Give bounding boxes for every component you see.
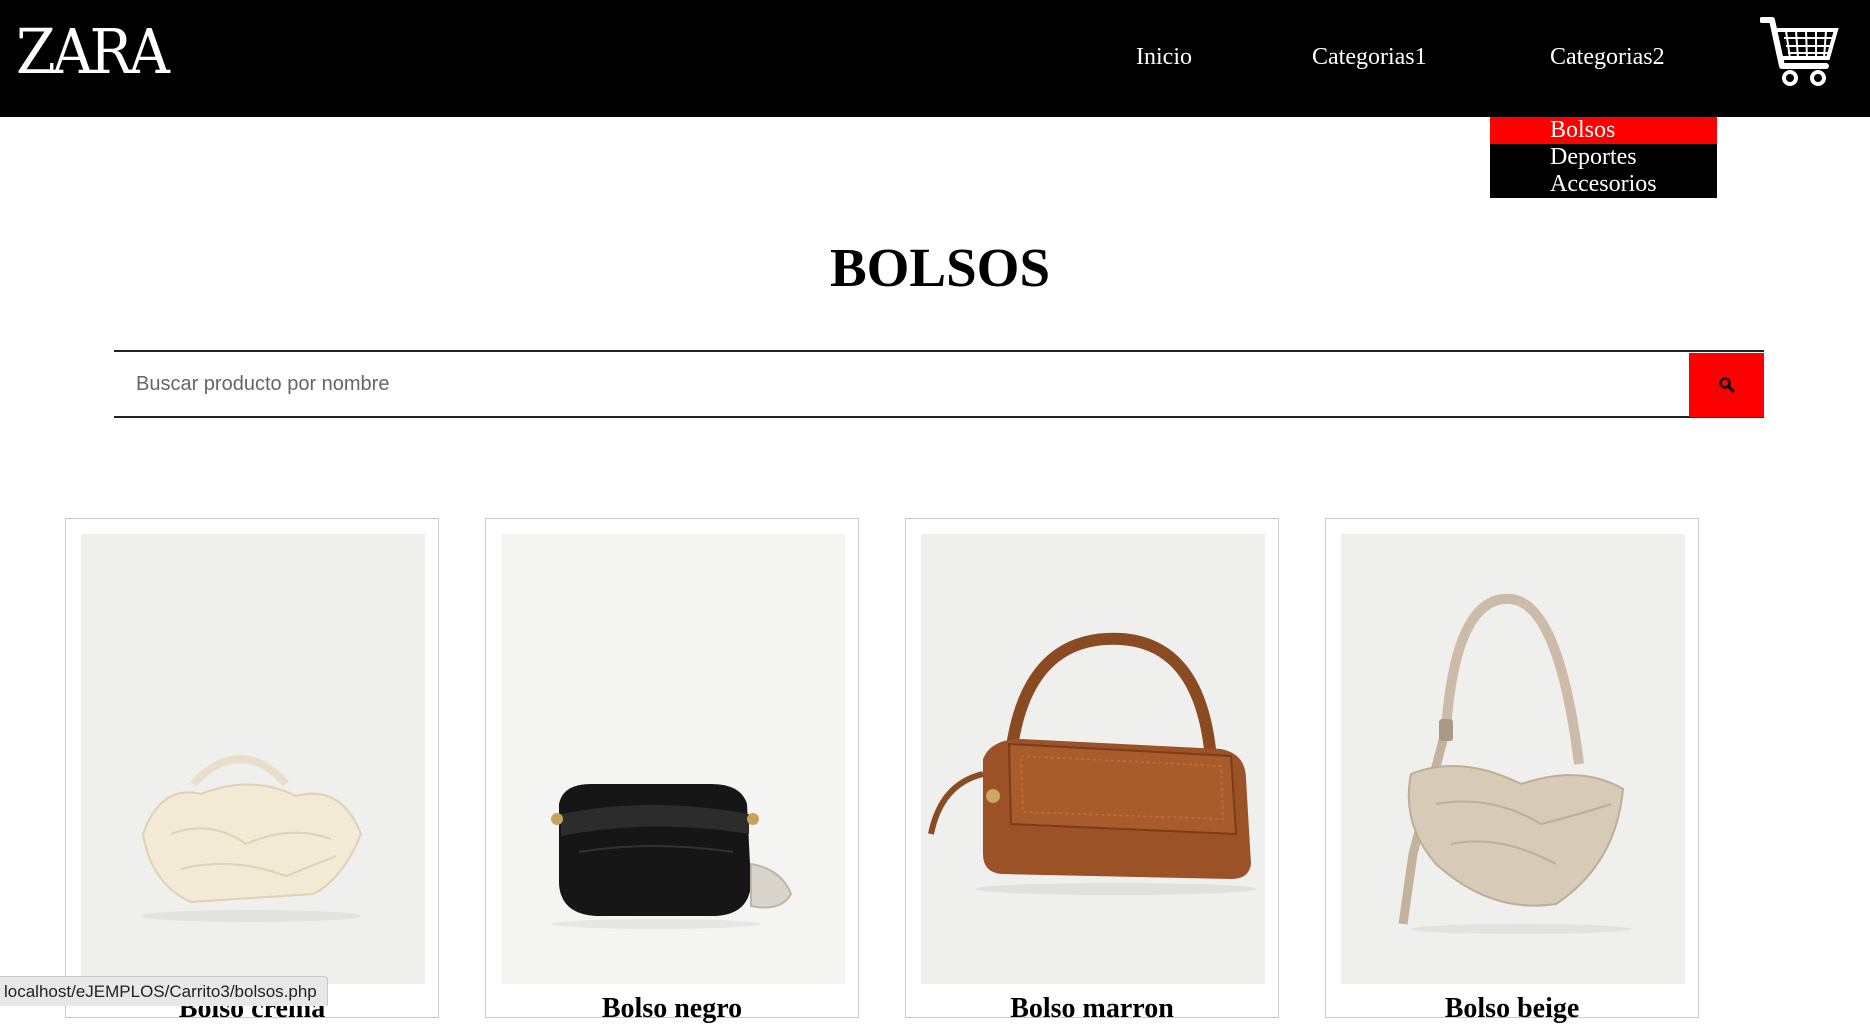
nav-categorias2[interactable]: Categorias2 — [1550, 42, 1665, 72]
cart-icon[interactable] — [1760, 14, 1840, 88]
product-card[interactable]: Bolso negro — [485, 518, 859, 1024]
nav-inicio[interactable]: Inicio — [1136, 42, 1192, 72]
product-image[interactable] — [1341, 534, 1685, 984]
nav-categorias1[interactable]: Categorias1 — [1312, 42, 1427, 72]
top-header: ZARA Inicio Categorias1 Categorias2 — [0, 0, 1870, 117]
product-image[interactable] — [81, 534, 425, 984]
dropdown-item-bolsos[interactable]: Bolsos — [1490, 117, 1717, 144]
zara-logo[interactable]: ZARA — [16, 20, 170, 84]
product-image[interactable] — [501, 534, 845, 984]
product-image[interactable] — [921, 534, 1265, 984]
search-icon — [1718, 377, 1734, 393]
product-card[interactable]: Bolso crema — [65, 518, 439, 1024]
product-card[interactable]: Bolso marron — [905, 518, 1279, 1024]
search-bar — [114, 350, 1764, 418]
search-input[interactable] — [114, 352, 1689, 416]
dropdown-item-deportes[interactable]: Deportes — [1490, 144, 1717, 171]
page-title: BOLSOS — [829, 237, 1051, 298]
categorias-dropdown: Bolsos Deportes Accesorios — [1490, 117, 1717, 198]
product-card[interactable]: Bolso beige — [1325, 518, 1699, 1024]
product-name: Bolso beige — [1444, 993, 1580, 1024]
search-button[interactable] — [1689, 353, 1764, 417]
product-name: Bolso marron — [1010, 993, 1174, 1024]
dropdown-item-accesorios[interactable]: Accesorios — [1490, 171, 1717, 198]
status-bar-url: localhost/eJEMPLOS/Carrito3/bolsos.php — [0, 976, 328, 1006]
product-name: Bolso negro — [601, 993, 743, 1024]
